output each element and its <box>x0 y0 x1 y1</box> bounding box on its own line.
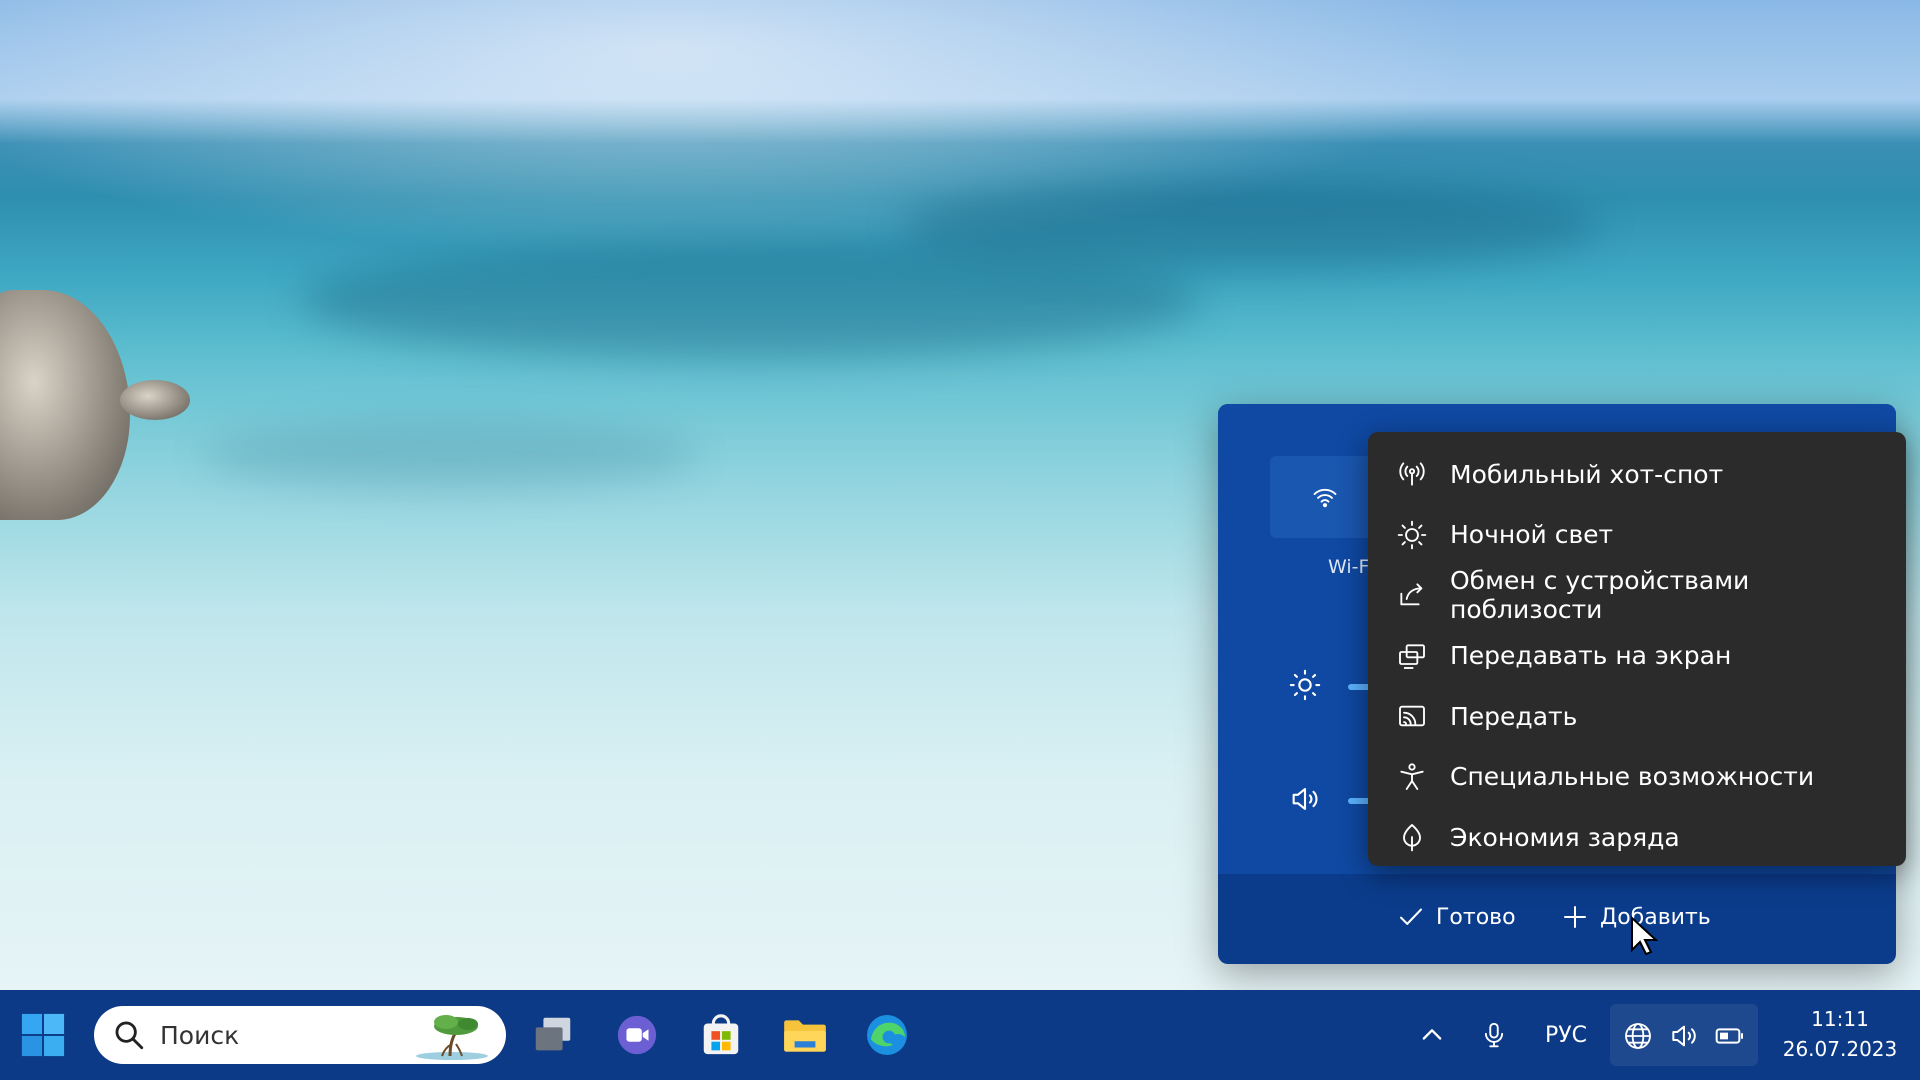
microphone-icon <box>1484 1022 1504 1048</box>
menu-item-label: Специальные возможности <box>1450 762 1815 792</box>
wallpaper-rock <box>120 380 190 420</box>
wifi-tile[interactable] <box>1270 456 1380 538</box>
taskbar-search-box[interactable]: Поиск <box>94 1006 506 1064</box>
battery-saver-icon <box>1403 824 1421 852</box>
menu-item-battery-saver[interactable]: Экономия заряда <box>1368 807 1906 868</box>
plus-icon <box>1564 906 1586 928</box>
quick-settings-footer: Готово Добавить <box>1218 874 1896 964</box>
search-placeholder: Поиск <box>160 1020 240 1050</box>
store-icon <box>703 1014 739 1055</box>
night-light-icon <box>1397 520 1427 550</box>
chevron-up-icon <box>1422 1029 1442 1040</box>
menu-item-accessibility[interactable]: Специальные возможности <box>1368 747 1906 808</box>
edge-button[interactable] <box>860 1008 914 1062</box>
taskbar-clock[interactable]: 11:11 26.07.2023 <box>1770 1004 1910 1066</box>
hotspot-icon <box>1399 462 1425 486</box>
menu-item-mobile-hotspot[interactable]: Мобильный хот-спот <box>1368 444 1906 505</box>
nearby-share-icon <box>1400 583 1423 606</box>
windows-start-icon[interactable] <box>20 1012 66 1058</box>
store-button[interactable] <box>694 1008 748 1062</box>
file-explorer-button[interactable] <box>778 1008 832 1062</box>
network-globe-icon <box>1625 1023 1651 1049</box>
brightness-icon <box>1289 669 1321 701</box>
menu-item-label: Передать <box>1450 701 1578 731</box>
accessibility-icon <box>1400 763 1424 790</box>
task-view-button[interactable] <box>526 1008 580 1062</box>
task-view-icon <box>535 1017 571 1051</box>
clock-date: 26.07.2023 <box>1782 1037 1898 1061</box>
menu-item-project[interactable]: Передавать на экран <box>1368 626 1906 687</box>
teams-button[interactable] <box>610 1008 664 1062</box>
teams-icon <box>617 1015 657 1055</box>
wallpaper-reef <box>900 180 1600 270</box>
project-icon <box>1399 644 1425 669</box>
network-volume-battery-group[interactable] <box>1610 1004 1758 1066</box>
cast-icon <box>1399 705 1425 727</box>
taskbar: Поиск РУС 11:11 26.07.2023 <box>0 990 1920 1080</box>
add-tile-menu: Мобильный хот-спот Ночной свет Обмен с у… <box>1368 432 1906 866</box>
search-icon <box>115 1021 144 1050</box>
menu-item-cast[interactable]: Передать <box>1368 686 1906 747</box>
volume-icon <box>1672 1025 1696 1047</box>
clock-time: 11:11 <box>1811 1007 1869 1031</box>
done-button[interactable]: Готово <box>1396 902 1516 932</box>
wifi-icon <box>1313 488 1337 508</box>
edge-icon <box>867 1015 907 1055</box>
input-language-indicator[interactable]: РУС <box>1538 1010 1594 1060</box>
wallpaper-reef <box>200 420 700 490</box>
volume-icon <box>1292 788 1318 810</box>
checkmark-icon <box>1400 908 1422 925</box>
menu-item-label: Обмен с устройствами поблизости <box>1450 566 1750 625</box>
menu-item-label: Мобильный хот-спот <box>1450 459 1724 489</box>
wallpaper-rock <box>0 290 130 520</box>
file-explorer-icon <box>784 1020 826 1052</box>
show-hidden-icons-button[interactable] <box>1414 1010 1450 1060</box>
search-highlight-tree-icon <box>416 1015 488 1060</box>
wifi-tile-label: Wi-Fi <box>1328 556 1374 578</box>
menu-item-label: Экономия заряда <box>1450 822 1680 852</box>
microphone-button[interactable] <box>1474 1010 1514 1060</box>
battery-icon <box>1715 1028 1743 1044</box>
menu-item-nearby-sharing[interactable]: Обмен с устройствами поблизости <box>1368 565 1906 626</box>
menu-item-night-light[interactable]: Ночной свет <box>1368 505 1906 566</box>
menu-item-label: Передавать на экран <box>1450 641 1732 671</box>
done-button-label: Готово <box>1436 904 1516 930</box>
mouse-cursor-icon <box>1631 916 1658 956</box>
menu-item-label: Ночной свет <box>1450 520 1614 550</box>
